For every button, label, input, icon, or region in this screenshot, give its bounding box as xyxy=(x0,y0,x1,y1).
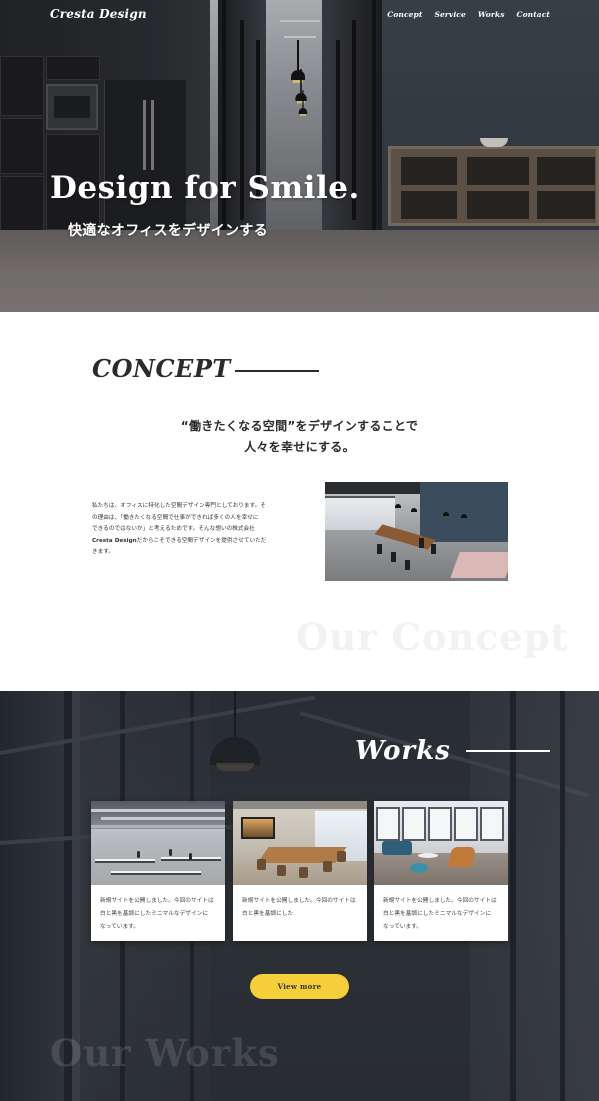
card-text-line: 白と黒を基調にしたミニマルなデザインに xyxy=(383,910,492,917)
body-line: できるのではないか」と考えるためです。そんな想いの株式会社 xyxy=(92,526,255,533)
concept-office-photo xyxy=(325,482,508,581)
works-heading: Works xyxy=(355,736,451,766)
nav-links: Concept Service Works Contact xyxy=(387,10,550,19)
nav-link-service[interactable]: Service xyxy=(434,10,465,19)
body-line: 私たちは、オフィスに特化した空間デザイン専門としております。そ xyxy=(92,503,266,509)
card-text-line: 白と黒を基調にしたミニマルなデザインに xyxy=(100,910,209,917)
heading-rule xyxy=(235,370,319,372)
works-watermark: Our Works xyxy=(50,1031,280,1075)
brand-name-inline: Cresta Design xyxy=(92,537,137,544)
concept-heading: CONCEPT xyxy=(92,354,231,383)
concept-section: CONCEPT “働きたくなる空間”をデザインすることで 人々を幸せにする。 私… xyxy=(0,312,599,691)
hero-overlay xyxy=(0,0,599,312)
works-section: Works 新規サイトを公開しました。今回のサイトは 白と黒を基調にしたミニマル… xyxy=(0,691,599,1101)
body-line-with-brand: Cresta Designだからこそできる空間デザインを提供させていただ xyxy=(92,537,267,544)
work-card[interactable]: 新規サイトを公開しました。今回のサイトは 白と黒を基調にしたミニマルなデザインに… xyxy=(91,801,225,941)
card-text-line: 白と黒を基調にした xyxy=(242,910,294,917)
work-card[interactable]: 新規サイトを公開しました。今回のサイトは 白と黒を基調にしたミニマルなデザインに… xyxy=(374,801,508,941)
heading-rule xyxy=(466,750,550,752)
hero-title: Design for Smile. xyxy=(50,170,360,206)
work-card-text: 新規サイトを公開しました。今回のサイトは 白と黒を基調にした xyxy=(242,895,362,921)
work-card-text: 新規サイトを公開しました。今回のサイトは 白と黒を基調にしたミニマルなデザインに… xyxy=(100,895,220,933)
concept-lead-line: 人々を幸せにする。 xyxy=(244,440,355,454)
card-text-line: なっています。 xyxy=(100,923,139,930)
top-navbar: Cresta Design Concept Service Works Cont… xyxy=(0,0,599,30)
nav-link-works[interactable]: Works xyxy=(478,10,505,19)
body-line: きます。 xyxy=(92,549,115,556)
nav-link-concept[interactable]: Concept xyxy=(387,10,422,19)
hero-subtitle: 快適なオフィスをデザインする xyxy=(68,223,268,239)
work-card-image xyxy=(374,801,508,885)
work-card-text: 新規サイトを公開しました。今回のサイトは 白と黒を基調にしたミニマルなデザインに… xyxy=(383,895,503,933)
concept-watermark: Our Concept xyxy=(296,615,569,659)
work-card-image xyxy=(91,801,225,885)
work-card-image xyxy=(233,801,367,885)
work-card[interactable]: 新規サイトを公開しました。今回のサイトは 白と黒を基調にした xyxy=(233,801,367,941)
concept-body-text: 私たちは、オフィスに特化した空間デザイン専門としております。そ の理由は、「働き… xyxy=(92,501,278,559)
card-text-line: 新規サイトを公開しました。今回のサイトは xyxy=(100,898,214,904)
brand-logo[interactable]: Cresta Design xyxy=(50,7,147,21)
hero-section: Cresta Design Concept Service Works Cont… xyxy=(0,0,599,312)
card-text-line: 新規サイトを公開しました。今回のサイトは xyxy=(242,898,356,904)
card-text-line: 新規サイトを公開しました。今回のサイトは xyxy=(383,898,497,904)
card-text-line: なっています。 xyxy=(383,923,422,930)
concept-lead: “働きたくなる空間”をデザインすることで 人々を幸せにする。 xyxy=(0,416,599,458)
nav-link-contact[interactable]: Contact xyxy=(517,10,550,19)
concept-lead-line: “働きたくなる空間”をデザインすることで xyxy=(180,419,419,433)
body-line: の理由は、「働きたくなる空間で仕事ができれば多くの人を幸せに xyxy=(92,514,259,521)
view-more-button[interactable]: View more xyxy=(250,974,349,999)
